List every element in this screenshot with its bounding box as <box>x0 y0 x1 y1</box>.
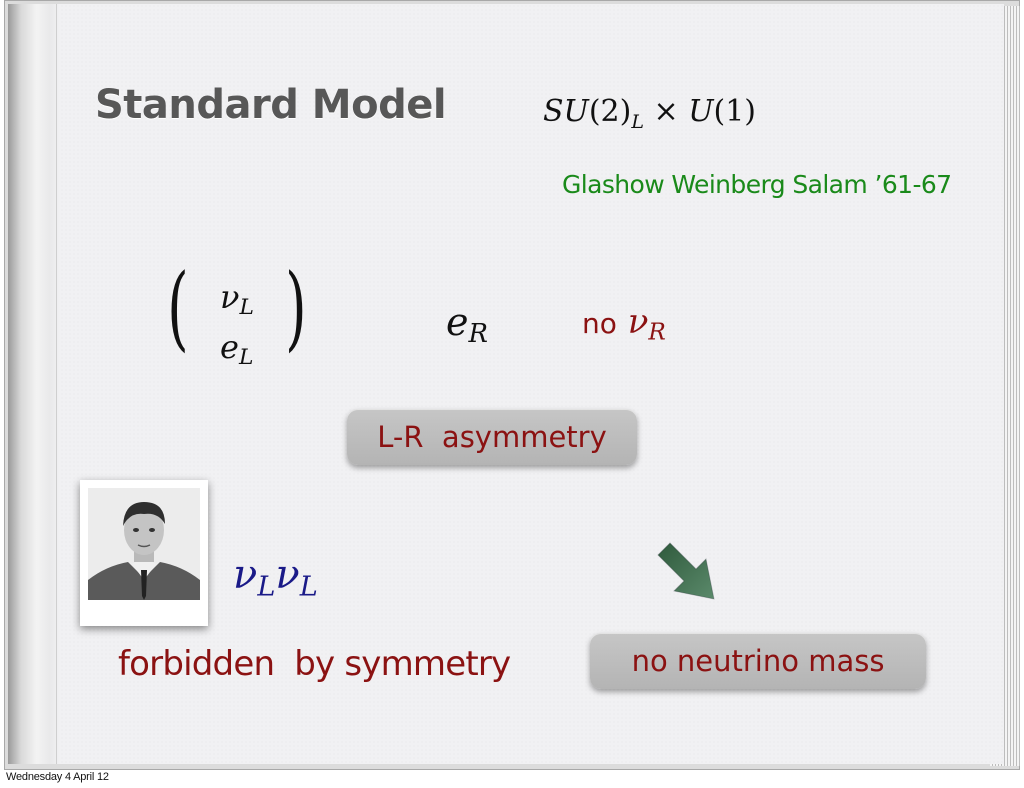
majorana-b-sub: L <box>299 571 318 603</box>
gauge-u-arg: (1) <box>713 94 756 129</box>
no-word: no <box>582 307 617 340</box>
doublet-right-paren: ) <box>285 254 307 361</box>
portrait-photo <box>88 488 200 600</box>
doublet-bottom: eL <box>220 328 253 370</box>
doublet-top-symbol: ν <box>220 278 240 316</box>
right-electron-sub: R <box>468 319 488 350</box>
majorana-mass-term: νLνL <box>233 552 318 603</box>
footer-date: Wednesday 4 April 12 <box>6 771 109 783</box>
gauge-su-arg: (2) <box>588 94 632 129</box>
doublet-top: νL <box>220 278 254 320</box>
spine-divider <box>56 4 57 764</box>
no-neutrino-mass-box: no neutrino mass <box>590 633 926 689</box>
majorana-b: ν <box>275 552 300 598</box>
forbidden-text: forbidden by symmetry <box>118 644 511 684</box>
no-right-neutrino: no νR <box>582 302 666 345</box>
gauge-times: × <box>643 94 689 129</box>
majorana-a: ν <box>233 552 258 598</box>
portrait-photo-frame <box>80 480 208 626</box>
right-neutrino-symbol: ν <box>627 302 649 342</box>
gauge-group: SU(2)L × U(1) <box>543 94 756 133</box>
doublet-left-paren: ( <box>167 254 189 361</box>
doublet-bottom-symbol: e <box>220 328 239 366</box>
authors-credit: Glashow Weinberg Salam ’61-67 <box>562 170 952 199</box>
gauge-u: U <box>688 94 714 129</box>
slide-title: Standard Model <box>95 82 447 128</box>
arrow-down-right-icon <box>657 542 715 600</box>
majorana-a-sub: L <box>257 571 276 603</box>
right-electron: eR <box>446 300 488 349</box>
gauge-su: SU <box>543 94 589 129</box>
doublet-top-sub: L <box>239 295 254 321</box>
notebook-spine <box>8 4 60 764</box>
gauge-su-sub: L <box>631 111 644 133</box>
portrait-illustration <box>88 488 200 600</box>
right-electron-symbol: e <box>446 300 469 344</box>
doublet-bottom-sub: L <box>238 345 254 371</box>
right-neutrino-sub: R <box>648 319 666 346</box>
asymmetry-box: L-R asymmetry <box>347 409 637 465</box>
